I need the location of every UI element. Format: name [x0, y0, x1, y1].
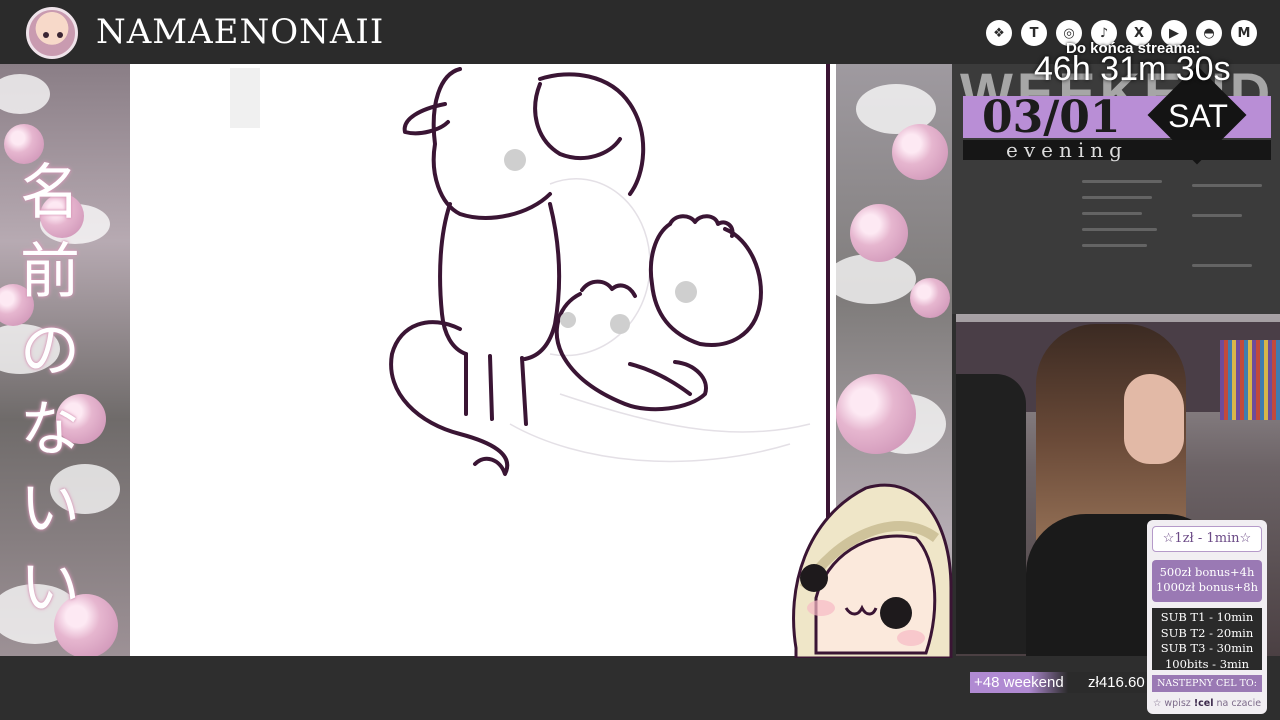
- sub-rates: SUB T1 - 10min SUB T2 - 20min SUB T3 - 3…: [1152, 608, 1262, 671]
- lineart-sketch: [389, 67, 811, 476]
- schedule-panel: WEEKEND 03/01 SAT evening: [952, 64, 1280, 314]
- donation-bonus: 500zł bonus+4h 1000zł bonus+8h: [1152, 560, 1262, 602]
- ticker-amount: zł416.60: [1088, 674, 1145, 691]
- mascot-character: [792, 483, 953, 658]
- bonus-line-1: 500zł bonus+4h: [1159, 565, 1255, 579]
- ticker-tag: +48 weekend: [970, 672, 1068, 693]
- bonus-line-2: 1000zł bonus+8h: [1155, 580, 1259, 594]
- canvas-layer-thumbnail[interactable]: [230, 68, 260, 128]
- chair: [956, 374, 1026, 654]
- sub-rate-t3: SUB T3 - 30min: [1160, 641, 1254, 655]
- mail-icon[interactable]: M: [1231, 20, 1257, 46]
- drawing-canvas[interactable]: [130, 64, 834, 656]
- background-books: [1220, 340, 1280, 420]
- countdown-timer: 46h 31m 30s: [1034, 50, 1231, 88]
- vertical-japanese-title: 名前のないい: [20, 158, 80, 623]
- twitch-icon[interactable]: T: [1021, 20, 1047, 46]
- bits-rate: 100bits - 3min: [1164, 656, 1249, 671]
- sub-rate-t1: SUB T1 - 10min: [1160, 610, 1254, 624]
- left-christmas-decor: 名前のないい: [0, 64, 132, 656]
- schedule-date: 03/01: [982, 92, 1121, 143]
- stream-overlay: NAMAENONAII ❖ T ◎ ♪ X ▶ ◓ M 名前のないい WEEKE…: [0, 0, 1280, 720]
- next-goal-label: NASTEPNY CEL TO:: [1152, 675, 1262, 692]
- schedule-day: SAT: [1168, 98, 1228, 134]
- goal-command-hint: ☆ wpisz !cel na czacie: [1152, 698, 1262, 709]
- avatar: [26, 7, 78, 59]
- schedule-time-of-day: evening: [1006, 138, 1128, 162]
- donation-panel: ☆1zł - 1min☆ 500zł bonus+4h 1000zł bonus…: [1147, 520, 1267, 714]
- donation-ticker: +48 weekend zł416.60: [970, 672, 1147, 693]
- streamer-face: [1124, 374, 1184, 464]
- sub-rate-t2: SUB T2 - 20min: [1160, 625, 1254, 640]
- donation-rate: ☆1zł - 1min☆: [1152, 526, 1262, 552]
- channel-name: NAMAENONAII: [96, 12, 385, 52]
- linktree-icon[interactable]: ❖: [986, 20, 1012, 46]
- brush-panel-ghost: [972, 174, 1272, 304]
